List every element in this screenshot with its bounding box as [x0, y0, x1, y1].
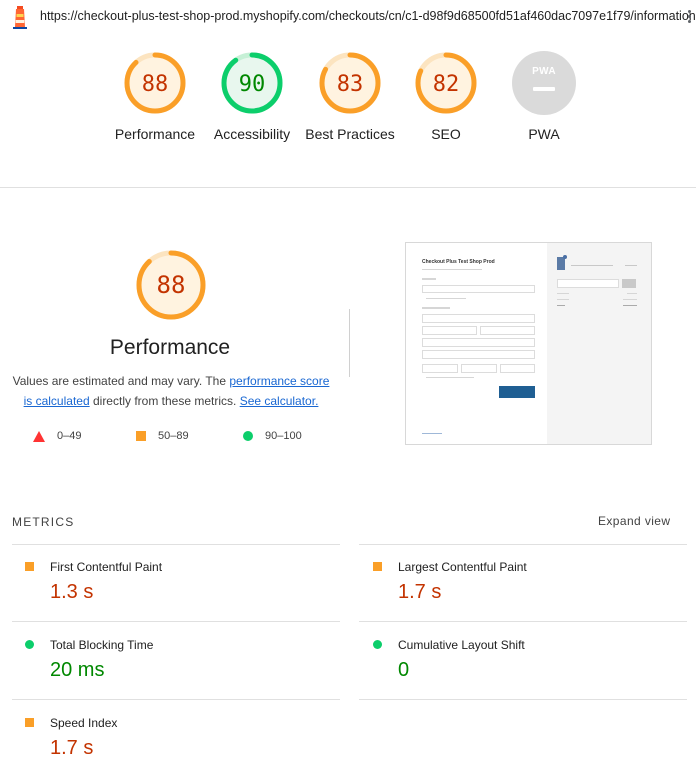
gauge-label: Performance	[114, 126, 196, 142]
legend-average: 50–89	[136, 429, 189, 443]
final-screenshot-thumbnail[interactable]: Checkout Plus Test Shop Prod	[405, 242, 652, 445]
thumb-shop-title: Checkout Plus Test Shop Prod	[422, 259, 495, 265]
gauge-label: PWA	[528, 126, 560, 142]
metric-value: 1.7 s	[398, 581, 442, 603]
lighthouse-logo-icon	[13, 6, 27, 29]
metric-value: 1.7 s	[50, 737, 94, 759]
metric-divider	[359, 621, 687, 622]
pass-circle-icon	[373, 640, 382, 649]
gauge-score: 90	[238, 72, 266, 97]
gauge-label: SEO	[431, 126, 461, 142]
circle-icon	[243, 431, 253, 441]
report-top-bar: https://checkout-plus-test-shop-prod.mys…	[0, 0, 696, 34]
metric-divider	[12, 699, 340, 700]
gauge-score: 83	[336, 72, 364, 97]
legend-range: 90–100	[265, 430, 302, 442]
metric-value: 1.3 s	[50, 581, 94, 603]
gauge-pwa[interactable]: PWA PWA	[496, 50, 592, 144]
metrics-heading: METRICS	[12, 515, 75, 529]
metric-value: 20 ms	[50, 659, 105, 681]
legend-range: 50–89	[158, 430, 189, 442]
metric-title: Largest Contentful Paint	[398, 560, 527, 574]
menu-kebab-icon[interactable]	[684, 10, 694, 26]
gauge-label: Best Practices	[305, 126, 395, 142]
triangle-icon	[33, 430, 45, 442]
metric-title: Speed Index	[50, 716, 118, 730]
metric-divider	[12, 621, 340, 622]
gauge-best-practices[interactable]: 83 Best Practices	[302, 50, 398, 144]
average-square-icon	[25, 562, 34, 571]
average-square-icon	[373, 562, 382, 571]
desc-text: directly from these metrics.	[89, 394, 240, 408]
pwa-badge-icon	[512, 51, 576, 115]
metric-title: Total Blocking Time	[50, 638, 154, 652]
legend-fail: 0–49	[33, 429, 81, 443]
metric-divider	[359, 544, 687, 545]
legend-range: 0–49	[57, 430, 82, 442]
metric-title: Cumulative Layout Shift	[398, 638, 525, 652]
metric-divider	[12, 544, 340, 545]
section-divider	[0, 187, 696, 188]
category-gauges: 88 Performance 90 Accessibility 83 Best …	[0, 50, 696, 170]
expand-view-button[interactable]: Expand view	[598, 514, 670, 528]
pass-circle-icon	[25, 640, 34, 649]
average-square-icon	[25, 718, 34, 727]
pwa-badge-text: PWA	[532, 66, 556, 77]
performance-description: Values are estimated and may vary. The p…	[10, 371, 332, 411]
gauge-label: Accessibility	[213, 126, 291, 142]
performance-title: Performance	[109, 336, 231, 359]
gauge-accessibility[interactable]: 90 Accessibility	[204, 50, 300, 144]
vertical-divider	[349, 309, 350, 377]
square-icon	[136, 431, 146, 441]
metric-divider	[359, 699, 687, 700]
gauge-score: 82	[432, 72, 460, 97]
page-url: https://checkout-plus-test-shop-prod.mys…	[40, 9, 696, 23]
see-calculator-link[interactable]: See calculator.	[240, 394, 319, 408]
legend-pass: 90–100	[243, 429, 302, 443]
pwa-dash-icon	[533, 87, 555, 91]
thumb-order-summary	[547, 243, 651, 444]
desc-text: Values are estimated and may vary. The	[12, 374, 230, 388]
gauge-performance[interactable]: 88 Performance	[107, 50, 203, 144]
gauge-score: 88	[141, 72, 169, 97]
metric-title: First Contentful Paint	[50, 560, 163, 574]
performance-score: 88	[156, 271, 186, 299]
gauge-seo[interactable]: 82 SEO	[398, 50, 494, 144]
metric-value: 0	[398, 659, 410, 681]
